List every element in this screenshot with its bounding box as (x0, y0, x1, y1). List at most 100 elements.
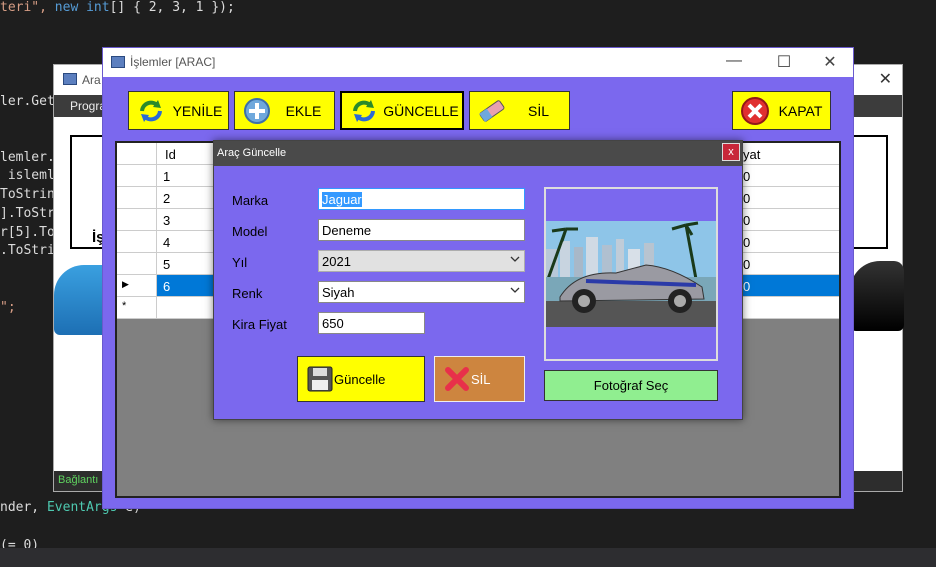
code-token: isleml (0, 168, 55, 183)
cell-id[interactable]: 5 (163, 257, 170, 272)
column-header-price[interactable]: yat (743, 147, 760, 162)
floppy-disk-icon (307, 366, 333, 392)
code-token: ToStrin (0, 187, 55, 202)
select-photo-label: Fotoğraf Seç (593, 378, 669, 393)
dialog-title: Araç Güncelle (217, 147, 287, 159)
maximize-icon[interactable]: ☐ (769, 52, 799, 72)
model-label: Model (232, 224, 268, 239)
chevron-down-icon (510, 256, 520, 262)
vehicle-update-dialog[interactable]: Araç Güncelle x Marka Jaguar Model Denem… (213, 140, 743, 420)
cell-price[interactable]: 0 (743, 279, 750, 294)
brand-label: Marka (232, 193, 269, 208)
code-token: lemler. (0, 150, 55, 165)
row-header[interactable] (117, 253, 157, 274)
code-line: ler.Get (0, 94, 55, 109)
row-header[interactable] (117, 209, 157, 230)
row-header[interactable] (117, 187, 157, 208)
code-token: ler.Get (0, 94, 55, 109)
code-line: teri", new int[] { 2, 3, 1 }); (0, 0, 235, 15)
add-label: EKLE (285, 102, 322, 119)
dialog-delete-label: SİL (471, 371, 491, 387)
code-token: "; (0, 300, 16, 315)
row-header[interactable]: ▶ (117, 275, 157, 296)
row-header[interactable]: * (117, 297, 157, 318)
minimize-icon[interactable]: — (719, 52, 749, 70)
price-label: Kira Fiyat (232, 317, 287, 332)
close-circle-icon (739, 95, 771, 127)
cell-price[interactable]: 0 (743, 169, 750, 184)
cell-id[interactable]: 4 (163, 235, 170, 250)
year-label: Yıl (232, 255, 248, 270)
update-icon (348, 95, 380, 127)
main-window-title: İşlemler [ARAC] (130, 55, 216, 69)
code-token: ].ToStr (0, 206, 55, 221)
color-value: Siyah (322, 285, 355, 300)
close-app-button[interactable]: KAPAT (732, 91, 831, 130)
cell-price[interactable]: 0 (743, 191, 750, 206)
year-value: 2021 (322, 254, 351, 269)
delete-button[interactable]: SİL (469, 91, 570, 130)
close-app-label: KAPAT (778, 102, 823, 119)
select-photo-button[interactable]: Fotoğraf Seç (544, 370, 718, 401)
dialog-title-bar[interactable]: Araç Güncelle x (214, 141, 742, 166)
code-token: [] { 2, 3, 1 }); (109, 0, 235, 15)
app-icon (63, 73, 77, 85)
car-photo (544, 187, 718, 361)
brand-value: Jaguar (322, 192, 362, 207)
row-header[interactable] (117, 231, 157, 252)
color-select[interactable]: Siyah (318, 281, 525, 303)
editor-status-bar (0, 548, 936, 567)
close-icon[interactable]: ✕ (815, 52, 845, 72)
year-select[interactable]: 2021 (318, 250, 525, 272)
cell-id[interactable]: 6 (163, 279, 170, 294)
cell-price[interactable]: 0 (743, 257, 750, 272)
code-token: nder, (0, 500, 47, 515)
close-icon[interactable]: ✕ (879, 69, 892, 89)
cell-price[interactable]: 0 (743, 213, 750, 228)
update-button[interactable]: GÜNCELLE (340, 91, 464, 130)
main-toolbar: YENİLE EKLE GÜNCELLE SİL KAPAT (103, 77, 853, 137)
cell-id[interactable]: 2 (163, 191, 170, 206)
dialog-update-label: Güncelle (334, 371, 386, 387)
row-header-corner (117, 143, 157, 164)
eraser-icon (476, 95, 508, 127)
refresh-button[interactable]: YENİLE (128, 91, 229, 130)
model-value: Deneme (322, 223, 372, 238)
code-line: ToStrin (0, 187, 55, 202)
code-line: ].ToStr (0, 206, 55, 221)
delete-label: SİL (527, 102, 549, 119)
car-image-right (850, 261, 904, 331)
dialog-delete-button[interactable]: SİL (434, 356, 525, 402)
main-title-bar[interactable]: İşlemler [ARAC] — ☐ ✕ (103, 48, 853, 77)
price-field[interactable]: 650 (318, 312, 425, 334)
app-icon (111, 56, 125, 68)
add-button[interactable]: EKLE (234, 91, 335, 130)
code-line: lemler. (0, 150, 55, 165)
update-label: GÜNCELLE (383, 102, 459, 119)
column-header-id[interactable]: Id (165, 147, 176, 162)
car-photo-image (546, 221, 716, 327)
connection-status: Bağlantı (58, 474, 99, 486)
code-token: new (54, 0, 87, 15)
dialog-close-button[interactable]: x (722, 143, 740, 161)
code-token: teri", (0, 0, 55, 15)
delete-x-icon (445, 367, 469, 391)
code-line: "; (0, 300, 16, 315)
color-label: Renk (232, 286, 263, 301)
cell-price[interactable]: 0 (743, 235, 750, 250)
code-line: isleml (0, 168, 55, 183)
refresh-icon (135, 95, 167, 127)
code-line: .ToStri (0, 243, 55, 258)
menu-item-program[interactable]: Progra (70, 99, 106, 113)
cell-id[interactable]: 3 (163, 213, 170, 228)
brand-field[interactable]: Jaguar (318, 188, 525, 210)
plus-icon (241, 95, 273, 127)
dialog-update-button[interactable]: Güncelle (297, 356, 425, 402)
cell-id[interactable]: 1 (163, 169, 170, 184)
code-token: .ToStri (0, 243, 55, 258)
current-row-icon: ▶ (122, 279, 129, 289)
background-window-title: Ara (82, 73, 101, 87)
model-field[interactable]: Deneme (318, 219, 525, 241)
refresh-label: YENİLE (172, 102, 223, 119)
row-header[interactable] (117, 165, 157, 186)
